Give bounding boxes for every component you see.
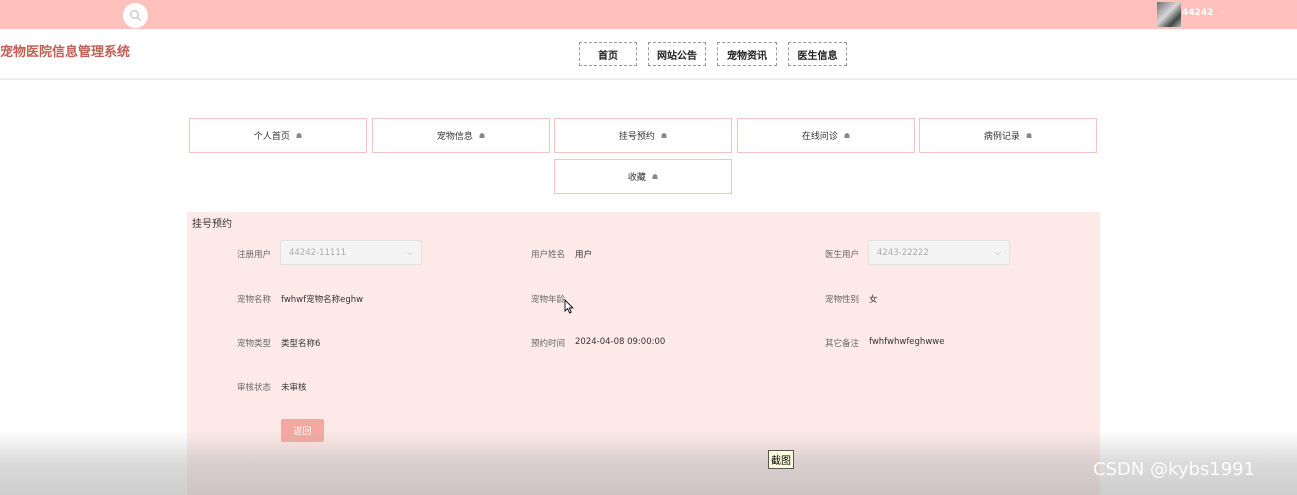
register-user-value: 44242-11111 <box>289 247 347 258</box>
user-name-value: 用户 <box>575 250 593 260</box>
menu-label: 在线问诊 <box>801 132 838 142</box>
remarks-value: fwhfwhwfeghwwe <box>869 337 945 347</box>
pet-name-value: fwhwf宠物名称eghw <box>281 295 364 305</box>
appointment-time-label: 预约时间 <box>531 339 566 349</box>
nav-home[interactable]: 首页 <box>579 42 637 66</box>
doctor-user-label: 医生用户 <box>825 250 860 260</box>
menu-label: 宠物信息 <box>436 132 473 142</box>
user-menu-caret[interactable]: - <box>1220 7 1223 17</box>
search-icon <box>130 10 141 21</box>
screenshot-tooltip: 截图 <box>768 450 794 469</box>
username[interactable]: 44242 <box>1182 8 1213 18</box>
user-name-label: 用户姓名 <box>531 250 566 260</box>
home-icon: ☗ <box>478 131 486 140</box>
doctor-user-value: 4243-22222 <box>877 247 929 258</box>
menu-case-records[interactable]: 病例记录 ☗ <box>919 118 1097 153</box>
pet-type-value: 类型名称6 <box>281 339 321 349</box>
pet-name-label: 宠物名称 <box>237 295 272 305</box>
watermark: CSDN @kybs1991 <box>1093 459 1256 480</box>
appointment-panel: 挂号预约 注册用户 44242-11111 ⌵ 用户姓名 用户 医生用户 424… <box>187 212 1100 495</box>
remarks-label: 其它备注 <box>825 339 860 349</box>
nav-doctors[interactable]: 医生信息 <box>788 42 847 66</box>
pet-gender-label: 宠物性别 <box>825 295 860 305</box>
pet-type-label: 宠物类型 <box>237 339 272 349</box>
menu-label: 收藏 <box>627 173 646 183</box>
menu-pet-info[interactable]: 宠物信息 ☗ <box>372 118 550 153</box>
nav-announcements[interactable]: 网站公告 <box>648 42 706 66</box>
home-icon: ☗ <box>660 131 668 140</box>
review-status-label: 审核状态 <box>237 383 272 393</box>
register-user-label: 注册用户 <box>237 250 272 260</box>
back-button[interactable]: 返回 <box>281 419 324 442</box>
panel-title: 挂号预约 <box>192 219 232 230</box>
chevron-down-icon: ⌵ <box>994 248 1001 257</box>
menu-label: 挂号预约 <box>618 132 655 142</box>
mouse-cursor-icon <box>564 299 574 314</box>
home-icon: ☗ <box>651 172 659 181</box>
avatar[interactable] <box>1157 2 1181 27</box>
appointment-time-value: 2024-04-08 09:00:00 <box>575 337 666 347</box>
pet-age-label: 宠物年龄 <box>531 295 566 305</box>
home-icon: ☗ <box>295 131 303 140</box>
doctor-user-select[interactable]: 4243-22222 ⌵ <box>868 240 1010 265</box>
register-user-select[interactable]: 44242-11111 ⌵ <box>280 240 422 265</box>
menu-personal-home[interactable]: 个人首页 ☗ <box>189 118 367 153</box>
home-icon: ☗ <box>843 131 851 140</box>
header: 宠物医院信息管理系统 首页 网站公告 宠物资讯 医生信息 <box>0 29 1297 80</box>
pet-gender-value: 女 <box>869 295 878 305</box>
menu-appointment[interactable]: 挂号预约 ☗ <box>554 118 732 153</box>
menu-label: 个人首页 <box>253 132 290 142</box>
search-button[interactable] <box>123 3 148 28</box>
home-icon: ☗ <box>1025 131 1033 140</box>
menu-favorites[interactable]: 收藏 ☗ <box>554 159 732 194</box>
nav-pet-news[interactable]: 宠物资讯 <box>717 42 777 66</box>
menu-label: 病例记录 <box>983 132 1020 142</box>
menu-online-consult[interactable]: 在线问诊 ☗ <box>737 118 915 153</box>
top-bar: 44242 - <box>0 0 1297 29</box>
site-title: 宠物医院信息管理系统 <box>0 45 131 60</box>
chevron-down-icon: ⌵ <box>406 248 413 257</box>
review-status-value: 未审核 <box>281 383 307 393</box>
